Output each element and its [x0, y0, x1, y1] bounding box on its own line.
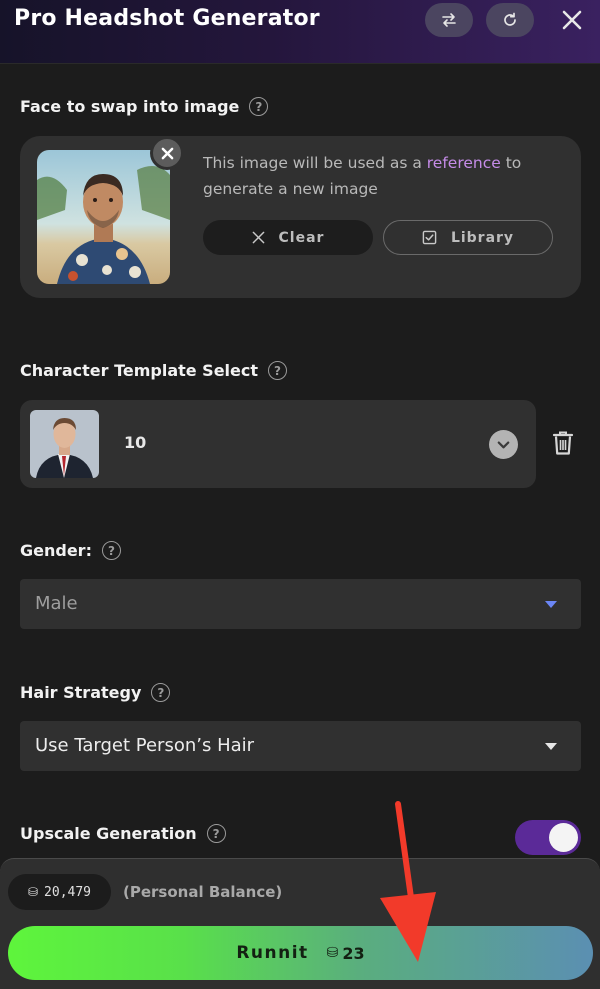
face-desc-before: This image will be used as a: [203, 154, 427, 172]
footer-panel: ⛁ 20,479 (Personal Balance) Runnit ⛁ 23: [0, 858, 600, 989]
toggle-knob: [549, 823, 578, 852]
clear-button-label: Clear: [278, 229, 325, 246]
face-description: This image will be used as a reference t…: [203, 150, 563, 202]
face-photo: [37, 150, 170, 284]
hair-strategy-value: Use Target Person’s Hair: [35, 735, 255, 756]
library-button-label: Library: [450, 229, 515, 246]
refresh-button[interactable]: [486, 3, 534, 37]
trash-icon[interactable]: [552, 430, 574, 456]
balance-badge: ⛁ 20,479: [8, 874, 111, 910]
runnit-button[interactable]: Runnit ⛁ 23: [8, 926, 593, 980]
reference-link[interactable]: reference: [427, 154, 501, 172]
chevron-down-icon[interactable]: [489, 430, 518, 459]
clear-x-icon: [252, 231, 264, 244]
checkbox-icon: [422, 230, 437, 245]
run-cost: 23: [342, 943, 365, 963]
coin-icon: ⛁: [326, 945, 339, 961]
help-icon[interactable]: ?: [206, 824, 226, 843]
template-value: 10: [124, 433, 147, 452]
face-card: This image will be used as a reference t…: [20, 136, 581, 298]
hair-strategy-label-text: Hair Strategy: [20, 683, 142, 702]
swap-icon: [442, 13, 456, 27]
help-icon[interactable]: ?: [101, 541, 121, 560]
app-header: Pro Headshot Generator: [0, 0, 600, 64]
balance-value: 20,479: [44, 884, 92, 900]
gender-value: Male: [35, 593, 78, 614]
template-section-label-text: Character Template Select: [20, 361, 259, 380]
help-icon[interactable]: ?: [151, 683, 171, 702]
gender-label-text: Gender:: [20, 541, 92, 560]
runnit-label: Runnit: [236, 943, 309, 963]
template-thumbnail: [30, 410, 99, 478]
face-image[interactable]: [37, 150, 170, 284]
swap-button[interactable]: [425, 3, 473, 37]
gender-select[interactable]: Male: [20, 579, 581, 629]
upscale-label-text: Upscale Generation: [20, 824, 197, 843]
face-section-label: Face to swap into image ?: [20, 97, 269, 116]
help-icon[interactable]: ?: [249, 97, 269, 116]
clear-button[interactable]: Clear: [203, 220, 373, 255]
close-button[interactable]: [556, 4, 588, 36]
face-section-label-text: Face to swap into image: [20, 97, 240, 116]
template-section-label: Character Template Select ?: [20, 361, 288, 380]
refresh-icon: [504, 12, 516, 26]
upscale-toggle[interactable]: [515, 820, 581, 855]
balance-label: (Personal Balance): [123, 883, 283, 901]
template-select[interactable]: 10: [20, 400, 536, 488]
page-title: Pro Headshot Generator: [14, 6, 320, 31]
gender-label: Gender: ?: [20, 541, 121, 560]
hair-strategy-select[interactable]: Use Target Person’s Hair: [20, 721, 581, 771]
coin-icon: ⛁: [27, 885, 39, 899]
template-photo: [30, 410, 99, 478]
upscale-label: Upscale Generation ?: [20, 824, 226, 843]
caret-down-icon: [545, 601, 557, 608]
remove-face-button[interactable]: [150, 136, 184, 170]
close-icon: [161, 147, 173, 159]
close-icon: [562, 10, 582, 30]
library-button[interactable]: Library: [383, 220, 553, 255]
caret-down-icon: [545, 743, 557, 750]
hair-strategy-label: Hair Strategy ?: [20, 683, 171, 702]
help-icon[interactable]: ?: [268, 361, 288, 380]
